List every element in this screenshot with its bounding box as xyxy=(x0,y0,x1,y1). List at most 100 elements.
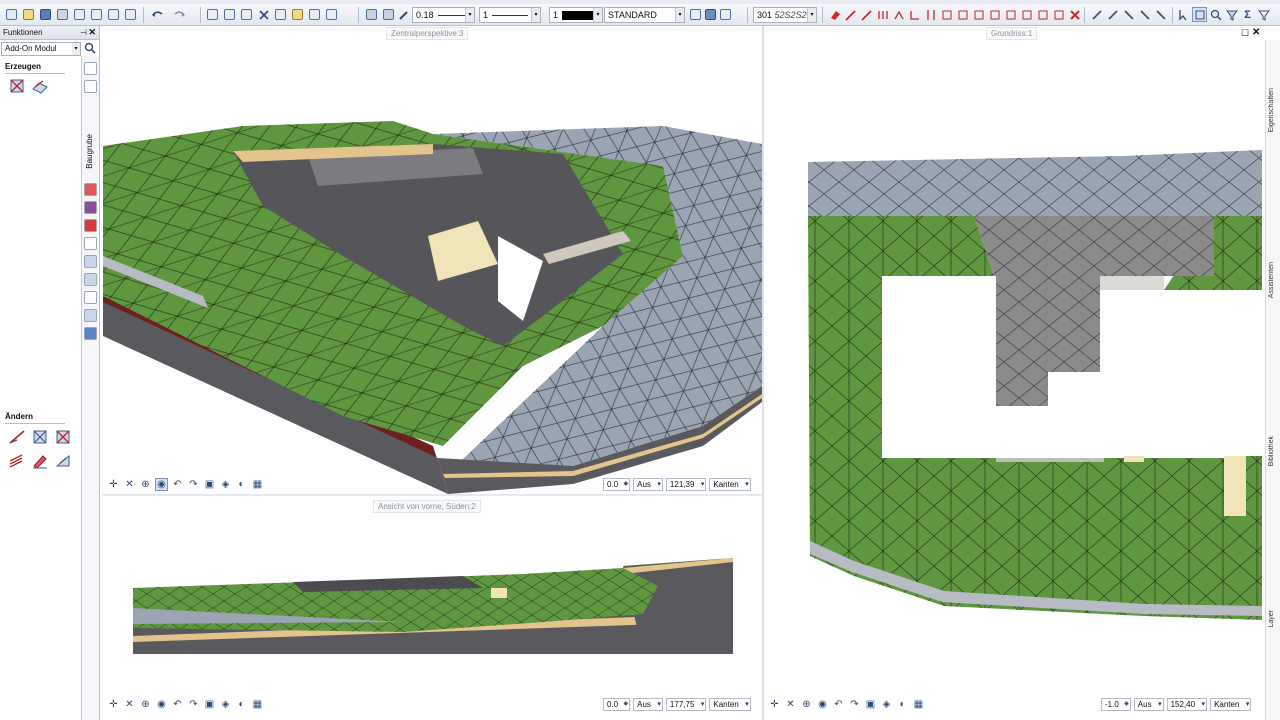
rotate-icon[interactable] xyxy=(955,7,970,22)
module-icon-red[interactable] xyxy=(84,183,97,196)
module-icon-plus[interactable] xyxy=(84,291,97,304)
view-cube-icon[interactable]: ◈ xyxy=(880,698,893,711)
cut-icon[interactable] xyxy=(256,7,271,22)
modify-area-tool-icon[interactable] xyxy=(30,427,50,447)
pen-icon[interactable] xyxy=(396,7,411,22)
close-icon[interactable]: ✕ xyxy=(88,26,96,39)
format-painter-icon[interactable] xyxy=(364,7,379,22)
camera-icon[interactable]: ◉ xyxy=(155,698,168,711)
shading-icon[interactable]: ◐ xyxy=(235,698,248,711)
display-select[interactable]: Kanten xyxy=(1210,697,1252,711)
mirror-icon[interactable] xyxy=(971,7,986,22)
snap-settings-icon[interactable]: ✛ xyxy=(768,698,781,711)
dimension-icon[interactable] xyxy=(1105,7,1120,22)
module-icon-circle[interactable] xyxy=(84,237,97,250)
grid-icon[interactable]: ▦ xyxy=(251,698,264,711)
close-viewport-icon[interactable]: ✕ xyxy=(1252,27,1260,38)
pin-icon[interactable]: ⊣ xyxy=(80,26,87,39)
tab-bibliothek[interactable]: Bibliothek xyxy=(1268,436,1275,466)
pointer-icon[interactable] xyxy=(1176,7,1191,22)
zoom-window-icon[interactable]: ⊕ xyxy=(139,478,152,491)
scale-icon[interactable] xyxy=(987,7,1002,22)
layer-icon[interactable] xyxy=(688,7,703,22)
slope-tool-icon[interactable] xyxy=(53,451,73,471)
array-icon[interactable] xyxy=(1051,7,1066,22)
shading-icon[interactable]: ◐ xyxy=(896,698,909,711)
extend-icon[interactable] xyxy=(891,7,906,22)
redo-view-icon[interactable]: ↷ xyxy=(848,698,861,711)
save-icon[interactable] xyxy=(38,7,53,22)
modify-points-tool-icon[interactable] xyxy=(53,427,73,447)
save-view-icon[interactable]: ▣ xyxy=(203,698,216,711)
eraser-icon[interactable] xyxy=(827,7,842,22)
sum-icon[interactable]: Σ xyxy=(1240,7,1255,22)
scale-select[interactable]: 121,39 xyxy=(665,477,707,491)
plan-viewport[interactable]: Grundriss:1 ☐ ✕ ✛ ✕ ⊕ ◉ ↶ ↷ ▣ ◈ ◐ ▦ -1.0… xyxy=(764,26,1264,720)
module-select[interactable]: Add-On Modul ▾ xyxy=(1,42,81,56)
layer-status-icon[interactable] xyxy=(703,7,718,22)
edit-line-icon[interactable] xyxy=(843,7,858,22)
maximize-icon[interactable]: ☐ xyxy=(1241,28,1249,39)
paste-icon[interactable] xyxy=(290,7,305,22)
module-icon-stairs[interactable] xyxy=(84,255,97,268)
select-icon[interactable] xyxy=(205,7,220,22)
frame-icon[interactable] xyxy=(239,7,254,22)
offset-tool-icon[interactable] xyxy=(7,451,27,471)
redo-view-icon[interactable]: ↷ xyxy=(187,698,200,711)
grid-icon[interactable]: ▦ xyxy=(251,478,264,491)
fillet-icon[interactable] xyxy=(1003,7,1018,22)
undo-view-icon[interactable]: ↶ xyxy=(171,478,184,491)
tab-assistenten[interactable]: Assistenten xyxy=(1268,262,1275,298)
create-excavation-tool-icon[interactable] xyxy=(7,76,27,96)
chamfer-icon[interactable] xyxy=(1019,7,1034,22)
funnel-icon[interactable] xyxy=(1256,7,1271,22)
full-view-icon[interactable]: ✕ xyxy=(784,698,797,711)
angle-field[interactable]: -1.0 xyxy=(1101,697,1131,711)
module-icon-arch[interactable] xyxy=(84,273,97,286)
search-icon[interactable] xyxy=(84,42,96,56)
module-icon-diamond[interactable] xyxy=(84,327,97,340)
angle-field[interactable]: 0.0 xyxy=(603,697,631,711)
zoom-window-icon[interactable]: ⊕ xyxy=(800,698,813,711)
module-icon-warning[interactable] xyxy=(84,219,97,232)
scale-select[interactable]: 152,40 xyxy=(1166,697,1208,711)
plot-icon[interactable] xyxy=(72,7,87,22)
tab-baugrube[interactable]: Baugrube xyxy=(85,134,94,169)
grid-icon[interactable]: ▦ xyxy=(912,698,925,711)
module-icon-grid[interactable] xyxy=(84,309,97,322)
tab-icon-2[interactable] xyxy=(84,80,97,93)
pen-thickness-select[interactable]: 0.18 ▾ xyxy=(412,7,475,23)
tab-layer[interactable]: Layer xyxy=(1268,610,1275,628)
filter-icon[interactable] xyxy=(1224,7,1239,22)
undo-view-icon[interactable]: ↶ xyxy=(832,698,845,711)
front-viewport[interactable]: Ansicht von vorne, Süden:2 ✛ ✕ ⊕ ◉ ↶ ↷ ▣… xyxy=(103,496,762,720)
line-color-select[interactable]: 1 ▾ xyxy=(549,7,603,23)
display-select[interactable]: Kanten xyxy=(709,697,751,711)
pattern-select[interactable]: 301 52S2S2 ▾ xyxy=(753,7,817,23)
format-properties-icon[interactable] xyxy=(381,7,396,22)
project-icon[interactable] xyxy=(106,7,121,22)
snap-icon[interactable] xyxy=(1192,7,1207,22)
mode-select[interactable]: Aus xyxy=(633,477,663,491)
window-icon[interactable] xyxy=(222,7,237,22)
3d-view-icon[interactable] xyxy=(324,7,339,22)
snap-settings-icon[interactable]: ✛ xyxy=(107,478,120,491)
camera-icon[interactable]: ◉ xyxy=(155,477,168,491)
redo-icon[interactable] xyxy=(172,7,187,22)
tab-eigenschaften[interactable]: Eigenschaften xyxy=(1268,88,1275,132)
module-icon-globe[interactable] xyxy=(84,201,97,214)
layer-filter-icon[interactable] xyxy=(718,7,733,22)
full-view-icon[interactable]: ✕ xyxy=(123,698,136,711)
arrow-icon[interactable] xyxy=(1153,7,1168,22)
print-icon[interactable] xyxy=(55,7,70,22)
display-select[interactable]: Kanten xyxy=(709,477,751,491)
redo-view-icon[interactable]: ↷ xyxy=(187,478,200,491)
tab-icon-1[interactable] xyxy=(84,62,97,75)
label-icon[interactable] xyxy=(1137,7,1152,22)
new-file-icon[interactable] xyxy=(4,7,19,22)
zoom-icon[interactable] xyxy=(1208,7,1223,22)
perspective-viewport[interactable]: Zentralperspektive:3 ✛ ✕ ⊕ ◉ ↶ ↷ ▣ ◈ ◐ ▦… xyxy=(103,26,762,494)
parallel-icon[interactable] xyxy=(939,7,954,22)
undo-view-icon[interactable]: ↶ xyxy=(171,698,184,711)
measure-icon[interactable] xyxy=(1089,7,1104,22)
